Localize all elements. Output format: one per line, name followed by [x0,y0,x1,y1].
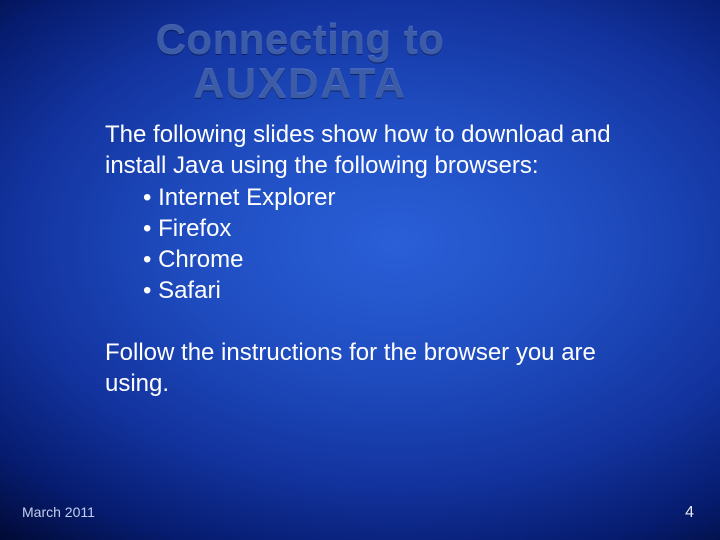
follow-text: Follow the instructions for the browser … [105,338,625,399]
list-item: Chrome [143,245,625,276]
footer-date: March 2011 [22,504,95,520]
list-item: Internet Explorer [143,183,625,214]
intro-text: The following slides show how to downloa… [105,120,625,181]
list-item: Firefox [143,214,625,245]
slide-title: Connecting to AUXDATA [100,18,500,106]
title-line-1: Connecting to [100,18,500,62]
slide-body: The following slides show how to downloa… [105,120,625,400]
page-number: 4 [685,504,694,522]
list-item: Safari [143,276,625,307]
slide: Connecting to AUXDATA The following slid… [0,0,720,540]
title-line-2: AUXDATA [100,62,500,106]
browser-list: Internet Explorer Firefox Chrome Safari [143,183,625,306]
